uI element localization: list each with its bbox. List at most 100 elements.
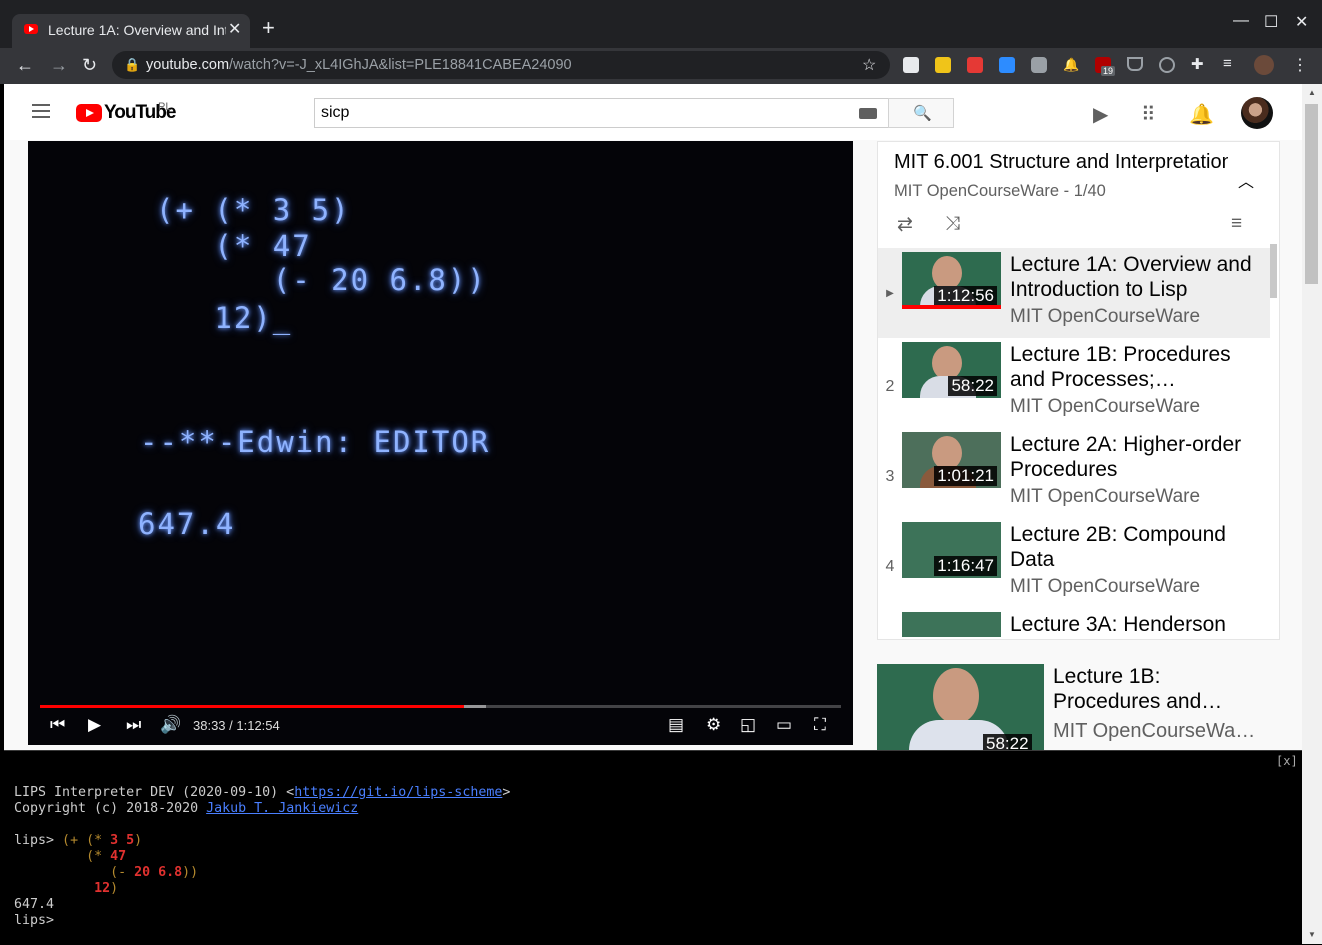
playlist-item-channel: MIT OpenCourseWare bbox=[1010, 576, 1201, 597]
maximize-icon[interactable]: ☐ bbox=[1264, 12, 1278, 32]
tab-close-icon[interactable]: ✕ bbox=[228, 19, 241, 39]
playlist-item-index: ▶ bbox=[886, 288, 894, 299]
settings-gear-icon[interactable]: ⚙ bbox=[706, 715, 721, 735]
youtube-logo-icon[interactable] bbox=[76, 104, 102, 122]
playlist-item[interactable]: 4 1:16:47 Lecture 2B: Compound Data MIT … bbox=[878, 518, 1270, 608]
chevron-up-icon[interactable]: ︿ bbox=[1238, 168, 1254, 192]
star-icon[interactable]: ☆ bbox=[862, 55, 876, 75]
page-scrollbar[interactable]: ▲ bbox=[1302, 84, 1322, 944]
playlist-item-thumbnail: 58:22 bbox=[902, 342, 1001, 398]
up-next-title: Lecture 1B: Procedures and… bbox=[1053, 665, 1223, 713]
profile-avatar[interactable] bbox=[1254, 55, 1274, 75]
terminal-close-button[interactable]: [x] bbox=[1276, 754, 1298, 768]
up-next-item[interactable]: 58:22 Lecture 1B: Procedures and… MIT Op… bbox=[877, 664, 1277, 754]
new-tab-button[interactable]: + bbox=[262, 16, 275, 40]
playlist-item-channel: MIT OpenCourseWare bbox=[1010, 306, 1201, 327]
extension-bell-icon[interactable]: 🔔 bbox=[1063, 57, 1079, 73]
create-video-icon[interactable]: ▶︎ bbox=[1093, 102, 1108, 127]
bell-icon[interactable]: 🔔 bbox=[1189, 102, 1214, 127]
playlist-item-title: Lecture 2B: Compound Data bbox=[1010, 523, 1226, 571]
forward-arrow-icon[interactable]: → bbox=[50, 55, 68, 76]
terminal-input-line-4: 12) bbox=[94, 881, 119, 896]
playlist-item-title: Lecture 1B: Procedures and Processes;… bbox=[1010, 343, 1231, 391]
hamburger-icon[interactable] bbox=[32, 104, 50, 118]
screen-line-6: 647.4 bbox=[138, 507, 236, 541]
reload-icon[interactable]: ↻ bbox=[82, 55, 97, 76]
next-icon[interactable]: ⏭ bbox=[126, 715, 141, 735]
playlist-item-channel: MIT OpenCourseWare bbox=[1010, 396, 1201, 417]
playlist-title[interactable]: MIT 6.001 Structure and Interpretation bbox=[894, 151, 1228, 174]
extension-camera-icon[interactable] bbox=[1031, 57, 1047, 73]
playlist-scrollbar[interactable] bbox=[1270, 244, 1277, 298]
minimize-icon[interactable]: — bbox=[1233, 12, 1249, 30]
search-button[interactable]: 🔍 bbox=[888, 98, 954, 128]
playlist-item-channel: MIT OpenCourseWare bbox=[1010, 486, 1201, 507]
extension-pdf-icon[interactable] bbox=[903, 57, 919, 73]
lips-terminal[interactable] bbox=[4, 750, 1302, 945]
playlist-item-thumbnail: 1:01:21 bbox=[902, 432, 1001, 488]
screen-line-1: (+ (* 3 5) bbox=[156, 193, 351, 227]
terminal-author-link[interactable]: Jakub T. Jankiewicz bbox=[206, 801, 358, 816]
video-player[interactable]: (+ (* 3 5) (* 47 (- 20 6.8)) 12)_ --**-E… bbox=[28, 141, 853, 745]
puzzle-icon[interactable]: ✚ bbox=[1191, 55, 1207, 73]
subtitles-icon[interactable]: ▤ bbox=[668, 715, 684, 735]
country-code: PL bbox=[158, 101, 172, 113]
save-playlist-icon[interactable]: ≡ bbox=[1231, 213, 1242, 235]
playlist-list: ▶ 1:12:56 Lecture 1A: Overview and Intro… bbox=[878, 244, 1278, 637]
playlist-item-thumbnail: 1:16:47 bbox=[902, 522, 1001, 578]
terminal-input-line-3: (- 20 6.8)) bbox=[110, 865, 199, 880]
address-bar[interactable]: 🔒 youtube.com/watch?v=-J_xL4IGhJA&list=P… bbox=[112, 51, 890, 79]
search-input[interactable]: sicp bbox=[314, 98, 890, 128]
video-progress-bar[interactable] bbox=[40, 705, 841, 708]
terminal-input-line-2: (* 47 bbox=[86, 849, 127, 864]
url-text: youtube.com/watch?v=-J_xL4IGhJA&list=PLE… bbox=[146, 57, 572, 73]
playlist-item-title: Lecture 2A: Higher-order Procedures bbox=[1010, 433, 1242, 481]
playlist-item[interactable]: 3 1:01:21 Lecture 2A: Higher-order Proce… bbox=[878, 428, 1270, 518]
playlist-item[interactable]: Lecture 3A: Henderson bbox=[878, 608, 1270, 637]
previous-icon[interactable]: ⏮ bbox=[50, 715, 65, 735]
playlist-subtitle: MIT OpenCourseWare - 1/40 bbox=[894, 182, 1106, 200]
extension-lambda-icon[interactable] bbox=[1159, 57, 1175, 73]
browser-tab[interactable]: Lecture 1A: Overview and Introduction to… bbox=[12, 14, 250, 48]
extension-js-icon[interactable] bbox=[935, 57, 951, 73]
terminal-prompt[interactable]: lips> bbox=[14, 913, 54, 929]
keyboard-icon[interactable] bbox=[859, 108, 877, 119]
youtube-favicon-icon bbox=[24, 24, 38, 34]
playlist-item-duration: 1:01:21 bbox=[934, 466, 997, 486]
playlist-item-duration: 58:22 bbox=[948, 376, 997, 396]
video-time: 38:33 / 1:12:54 bbox=[193, 718, 280, 733]
playlist-item-index: 4 bbox=[885, 558, 895, 575]
watched-progress-bar bbox=[902, 305, 1001, 309]
scrollbar-thumb[interactable] bbox=[1305, 104, 1318, 284]
media-queue-icon[interactable]: ≡ bbox=[1223, 55, 1239, 72]
playlist-item-duration: 1:12:56 bbox=[934, 286, 997, 306]
playlist-item-title: Lecture 3A: Henderson bbox=[1010, 613, 1226, 636]
scroll-up-icon[interactable]: ▲ bbox=[1308, 88, 1316, 97]
playlist-item-title: Lecture 1A: Overview and Introduction to… bbox=[1010, 253, 1252, 301]
terminal-banner-link[interactable]: https://git.io/lips-scheme bbox=[294, 785, 502, 800]
back-arrow-icon[interactable]: ← bbox=[16, 55, 34, 76]
playlist-item[interactable]: 2 58:22 Lecture 1B: Procedures and Proce… bbox=[878, 338, 1270, 428]
play-icon[interactable]: ▶ bbox=[88, 715, 101, 735]
search-value: sicp bbox=[321, 104, 350, 121]
loop-icon[interactable]: ⇄ bbox=[897, 213, 913, 236]
playlist-item[interactable]: ▶ 1:12:56 Lecture 1A: Overview and Intro… bbox=[878, 248, 1270, 338]
extension-recorder-icon[interactable] bbox=[967, 57, 983, 73]
playlist-item-duration: 1:16:47 bbox=[934, 556, 997, 576]
extension-pocket-icon[interactable] bbox=[1127, 57, 1143, 71]
volume-icon[interactable]: 🔊 bbox=[160, 715, 181, 735]
scroll-down-icon[interactable]: ▼ bbox=[1308, 930, 1316, 939]
extension-badge: 19 bbox=[1101, 66, 1116, 76]
miniplayer-icon[interactable]: ◱ bbox=[740, 715, 756, 735]
apps-icon[interactable]: ⠿ bbox=[1141, 102, 1156, 127]
menu-dots-icon[interactable]: ⋮ bbox=[1292, 55, 1308, 74]
fullscreen-icon[interactable]: ⛶ bbox=[814, 715, 826, 735]
playlist-item-index: 3 bbox=[885, 468, 895, 485]
playlist-item-thumbnail: 1:12:56 bbox=[902, 252, 1001, 308]
search-icon: 🔍 bbox=[913, 105, 932, 122]
theater-mode-icon[interactable]: ▭ bbox=[776, 715, 792, 735]
close-window-icon[interactable]: ✕ bbox=[1295, 12, 1308, 32]
shuffle-icon[interactable]: ⤨ bbox=[945, 213, 960, 235]
avatar[interactable] bbox=[1241, 97, 1273, 129]
extension-zoom-icon[interactable] bbox=[999, 57, 1015, 73]
